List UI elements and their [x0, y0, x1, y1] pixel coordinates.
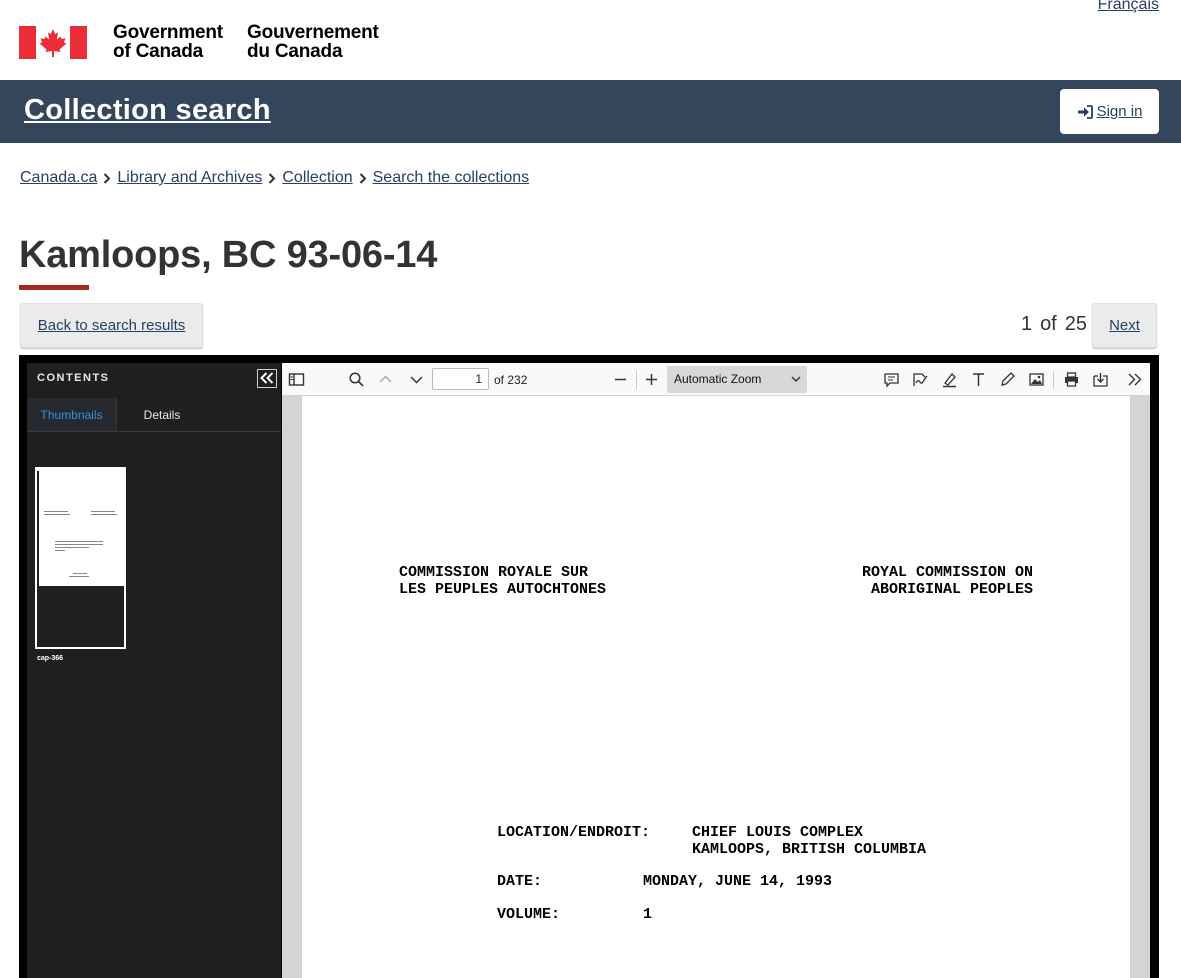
sidebar-title: CONTENTS — [37, 372, 110, 384]
page-number-input[interactable]: 1 — [432, 368, 489, 390]
doc-volume-value: 1 — [643, 906, 653, 923]
doc-right-heading-1: ROYAL COMMISSION ON — [861, 564, 1033, 581]
toolbar-separator — [636, 371, 637, 389]
zoom-out-icon[interactable] — [612, 371, 629, 388]
print-icon[interactable] — [1063, 371, 1080, 388]
canada-flag-icon — [19, 26, 87, 59]
search-icon[interactable] — [348, 371, 365, 388]
app-title-link[interactable]: Collection search — [24, 94, 271, 127]
language-toggle-link[interactable]: Français — [1098, 0, 1159, 14]
chevron-right-icon — [262, 172, 282, 184]
sign-in-button[interactable]: Sign in — [1060, 89, 1159, 134]
signature-english: Government of Canada — [113, 22, 223, 62]
page-count-label: of 232 — [494, 373, 528, 387]
signature-icon[interactable] — [912, 371, 929, 388]
title-underline — [19, 285, 89, 290]
chevron-right-icon — [353, 172, 373, 184]
thumbnail-caption: cap-366 — [37, 655, 64, 662]
toolbar-separator — [1053, 371, 1054, 389]
sign-in-label: Sign in — [1096, 103, 1143, 120]
doc-location-value-1: CHIEF LOUIS COMPLEX — [692, 824, 864, 841]
page-title: Kamloops, BC 93-06-14 — [19, 234, 438, 276]
chevron-up-icon[interactable] — [377, 371, 394, 388]
back-to-results-button[interactable]: Back to search results — [20, 303, 203, 348]
text-icon[interactable] — [970, 371, 987, 388]
image-icon[interactable] — [1028, 371, 1045, 388]
document-area[interactable]: COMMISSION ROYALE SUR LES PEUPLES AUTOCH… — [282, 396, 1150, 978]
doc-left-heading-2: LES PEUPLES AUTOCHTONES — [399, 581, 607, 598]
zoom-in-icon[interactable] — [643, 371, 660, 388]
breadcrumb: Canada.ca Library and Archives Collectio… — [20, 167, 529, 189]
viewer-sidebar: CONTENTS Thumbnails Details cap-366 — [27, 363, 281, 978]
breadcrumb-library-archives[interactable]: Library and Archives — [117, 169, 262, 187]
doc-left-heading-1: COMMISSION ROYALE SUR — [399, 564, 589, 581]
doc-volume-label: VOLUME: — [497, 906, 561, 923]
pager-current: 1 — [1020, 313, 1033, 335]
doc-right-heading-2: ABORIGINAL PEOPLES — [870, 581, 1033, 598]
page-thumbnail[interactable] — [35, 467, 126, 649]
app-bar: Collection search Sign in — [0, 80, 1181, 143]
download-icon[interactable] — [1092, 371, 1109, 388]
breadcrumb-canada-ca[interactable]: Canada.ca — [20, 169, 97, 187]
doc-location-value-2: KAMLOOPS, BRITISH COLUMBIA — [692, 841, 927, 858]
collapse-sidebar-button[interactable] — [257, 368, 277, 388]
chevron-down-icon[interactable] — [408, 371, 425, 388]
sidebar-tabs: Thumbnails Details — [27, 398, 281, 432]
sidebar-toggle-icon[interactable] — [288, 371, 305, 388]
comment-icon[interactable] — [883, 371, 900, 388]
tab-thumbnails[interactable]: Thumbnails — [27, 398, 117, 431]
signature-french: Gouvernement du Canada — [247, 22, 379, 62]
next-result-button[interactable]: Next — [1092, 303, 1157, 348]
double-chevron-right-icon[interactable] — [1126, 371, 1143, 388]
highlight-icon[interactable] — [941, 371, 958, 388]
pdf-viewer: CONTENTS Thumbnails Details cap-366 1 of… — [19, 355, 1159, 978]
doc-date-value: MONDAY, JUNE 14, 1993 — [643, 873, 833, 890]
chevron-down-icon — [791, 376, 801, 382]
pager-of: of — [1040, 313, 1057, 335]
viewer-toolbar: 1 of 232 Automatic Zoom — [282, 363, 1150, 396]
sidebar-header: CONTENTS — [27, 363, 281, 393]
government-header: Français Government of Canada Gouverneme… — [0, 0, 1181, 80]
tab-details[interactable]: Details — [117, 398, 207, 431]
result-pager: 1 of 25 — [1021, 313, 1087, 336]
zoom-select-value: Automatic Zoom — [674, 372, 762, 386]
pager-total: 25 — [1064, 313, 1087, 335]
breadcrumb-collection[interactable]: Collection — [282, 169, 352, 187]
doc-location-label: LOCATION/ENDROIT: — [497, 824, 651, 841]
document-page: COMMISSION ROYALE SUR LES PEUPLES AUTOCH… — [302, 396, 1130, 978]
doc-date-label: DATE: — [497, 873, 543, 890]
sign-in-icon — [1077, 104, 1093, 119]
chevron-right-icon — [97, 172, 117, 184]
breadcrumb-search-collections[interactable]: Search the collections — [373, 169, 530, 187]
double-chevron-left-icon — [260, 372, 274, 384]
zoom-select[interactable]: Automatic Zoom — [667, 366, 807, 393]
thumbnail-page-preview — [39, 471, 124, 586]
draw-icon[interactable] — [999, 371, 1016, 388]
